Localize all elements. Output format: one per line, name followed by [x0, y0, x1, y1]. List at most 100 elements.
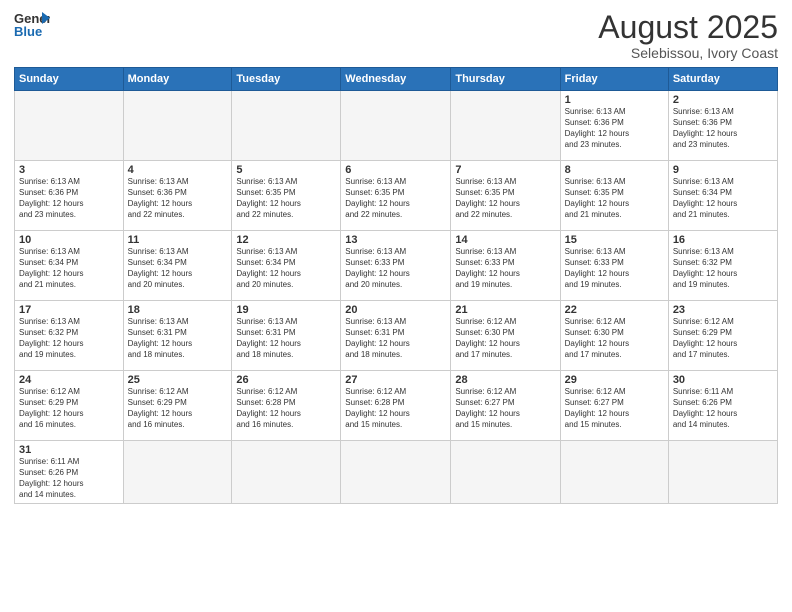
day-number: 30 [673, 374, 773, 386]
day-number: 6 [345, 164, 446, 176]
weekday-header-wednesday: Wednesday [341, 68, 451, 91]
day-info: Sunrise: 6:13 AM Sunset: 6:36 PM Dayligh… [565, 107, 664, 150]
calendar-cell: 21Sunrise: 6:12 AM Sunset: 6:30 PM Dayli… [451, 301, 560, 371]
day-info: Sunrise: 6:13 AM Sunset: 6:31 PM Dayligh… [345, 317, 446, 360]
day-number: 8 [565, 164, 664, 176]
calendar-table: SundayMondayTuesdayWednesdayThursdayFrid… [14, 67, 778, 504]
weekday-header-monday: Monday [123, 68, 232, 91]
day-info: Sunrise: 6:13 AM Sunset: 6:35 PM Dayligh… [345, 177, 446, 220]
calendar-cell [451, 441, 560, 504]
calendar-cell: 10Sunrise: 6:13 AM Sunset: 6:34 PM Dayli… [15, 231, 124, 301]
day-number: 5 [236, 164, 336, 176]
day-number: 14 [455, 234, 555, 246]
weekday-header-friday: Friday [560, 68, 668, 91]
day-number: 2 [673, 94, 773, 106]
calendar-cell [560, 441, 668, 504]
calendar-cell: 27Sunrise: 6:12 AM Sunset: 6:28 PM Dayli… [341, 371, 451, 441]
day-info: Sunrise: 6:12 AM Sunset: 6:28 PM Dayligh… [236, 387, 336, 430]
calendar-cell: 1Sunrise: 6:13 AM Sunset: 6:36 PM Daylig… [560, 91, 668, 161]
calendar-cell: 17Sunrise: 6:13 AM Sunset: 6:32 PM Dayli… [15, 301, 124, 371]
calendar-cell: 31Sunrise: 6:11 AM Sunset: 6:26 PM Dayli… [15, 441, 124, 504]
day-number: 28 [455, 374, 555, 386]
svg-text:Blue: Blue [14, 24, 42, 39]
day-info: Sunrise: 6:12 AM Sunset: 6:27 PM Dayligh… [565, 387, 664, 430]
calendar-cell [341, 91, 451, 161]
calendar-cell [232, 91, 341, 161]
calendar-cell: 23Sunrise: 6:12 AM Sunset: 6:29 PM Dayli… [668, 301, 777, 371]
day-number: 7 [455, 164, 555, 176]
calendar-cell: 22Sunrise: 6:12 AM Sunset: 6:30 PM Dayli… [560, 301, 668, 371]
calendar-cell: 6Sunrise: 6:13 AM Sunset: 6:35 PM Daylig… [341, 161, 451, 231]
calendar-cell: 9Sunrise: 6:13 AM Sunset: 6:34 PM Daylig… [668, 161, 777, 231]
calendar-title: August 2025 [598, 10, 778, 45]
day-number: 27 [345, 374, 446, 386]
calendar-location: Selebissou, Ivory Coast [598, 45, 778, 61]
calendar-cell: 13Sunrise: 6:13 AM Sunset: 6:33 PM Dayli… [341, 231, 451, 301]
calendar-cell: 30Sunrise: 6:11 AM Sunset: 6:26 PM Dayli… [668, 371, 777, 441]
header: General Blue August 2025 Selebissou, Ivo… [14, 10, 778, 61]
day-info: Sunrise: 6:12 AM Sunset: 6:30 PM Dayligh… [565, 317, 664, 360]
day-number: 20 [345, 304, 446, 316]
day-info: Sunrise: 6:13 AM Sunset: 6:36 PM Dayligh… [19, 177, 119, 220]
calendar-cell: 12Sunrise: 6:13 AM Sunset: 6:34 PM Dayli… [232, 231, 341, 301]
day-info: Sunrise: 6:13 AM Sunset: 6:34 PM Dayligh… [673, 177, 773, 220]
day-info: Sunrise: 6:13 AM Sunset: 6:32 PM Dayligh… [19, 317, 119, 360]
day-number: 22 [565, 304, 664, 316]
weekday-header-tuesday: Tuesday [232, 68, 341, 91]
calendar-cell: 15Sunrise: 6:13 AM Sunset: 6:33 PM Dayli… [560, 231, 668, 301]
day-number: 21 [455, 304, 555, 316]
day-info: Sunrise: 6:13 AM Sunset: 6:32 PM Dayligh… [673, 247, 773, 290]
weekday-header-thursday: Thursday [451, 68, 560, 91]
day-info: Sunrise: 6:13 AM Sunset: 6:36 PM Dayligh… [128, 177, 228, 220]
day-number: 4 [128, 164, 228, 176]
calendar-cell: 2Sunrise: 6:13 AM Sunset: 6:36 PM Daylig… [668, 91, 777, 161]
title-block: August 2025 Selebissou, Ivory Coast [598, 10, 778, 61]
calendar-cell: 28Sunrise: 6:12 AM Sunset: 6:27 PM Dayli… [451, 371, 560, 441]
calendar-cell: 8Sunrise: 6:13 AM Sunset: 6:35 PM Daylig… [560, 161, 668, 231]
day-number: 18 [128, 304, 228, 316]
generalblue-logo-icon: General Blue [14, 10, 50, 40]
day-info: Sunrise: 6:12 AM Sunset: 6:28 PM Dayligh… [345, 387, 446, 430]
calendar-cell [341, 441, 451, 504]
day-number: 9 [673, 164, 773, 176]
calendar-cell [15, 91, 124, 161]
calendar-cell: 19Sunrise: 6:13 AM Sunset: 6:31 PM Dayli… [232, 301, 341, 371]
calendar-cell [232, 441, 341, 504]
day-info: Sunrise: 6:13 AM Sunset: 6:33 PM Dayligh… [455, 247, 555, 290]
day-number: 12 [236, 234, 336, 246]
day-info: Sunrise: 6:13 AM Sunset: 6:36 PM Dayligh… [673, 107, 773, 150]
day-info: Sunrise: 6:13 AM Sunset: 6:35 PM Dayligh… [455, 177, 555, 220]
day-info: Sunrise: 6:12 AM Sunset: 6:27 PM Dayligh… [455, 387, 555, 430]
calendar-cell [123, 441, 232, 504]
day-number: 13 [345, 234, 446, 246]
day-number: 25 [128, 374, 228, 386]
day-number: 17 [19, 304, 119, 316]
logo: General Blue [14, 10, 50, 40]
day-info: Sunrise: 6:11 AM Sunset: 6:26 PM Dayligh… [19, 457, 119, 500]
day-info: Sunrise: 6:11 AM Sunset: 6:26 PM Dayligh… [673, 387, 773, 430]
day-number: 19 [236, 304, 336, 316]
calendar-cell: 20Sunrise: 6:13 AM Sunset: 6:31 PM Dayli… [341, 301, 451, 371]
day-number: 15 [565, 234, 664, 246]
calendar-cell: 29Sunrise: 6:12 AM Sunset: 6:27 PM Dayli… [560, 371, 668, 441]
calendar-cell: 4Sunrise: 6:13 AM Sunset: 6:36 PM Daylig… [123, 161, 232, 231]
day-number: 3 [19, 164, 119, 176]
day-info: Sunrise: 6:13 AM Sunset: 6:33 PM Dayligh… [565, 247, 664, 290]
calendar-cell [451, 91, 560, 161]
day-info: Sunrise: 6:12 AM Sunset: 6:30 PM Dayligh… [455, 317, 555, 360]
weekday-header-sunday: Sunday [15, 68, 124, 91]
day-info: Sunrise: 6:12 AM Sunset: 6:29 PM Dayligh… [19, 387, 119, 430]
day-info: Sunrise: 6:12 AM Sunset: 6:29 PM Dayligh… [128, 387, 228, 430]
calendar-cell: 18Sunrise: 6:13 AM Sunset: 6:31 PM Dayli… [123, 301, 232, 371]
day-info: Sunrise: 6:13 AM Sunset: 6:35 PM Dayligh… [236, 177, 336, 220]
day-info: Sunrise: 6:13 AM Sunset: 6:34 PM Dayligh… [19, 247, 119, 290]
day-number: 1 [565, 94, 664, 106]
calendar-cell [123, 91, 232, 161]
day-info: Sunrise: 6:12 AM Sunset: 6:29 PM Dayligh… [673, 317, 773, 360]
calendar-cell: 11Sunrise: 6:13 AM Sunset: 6:34 PM Dayli… [123, 231, 232, 301]
calendar-cell: 16Sunrise: 6:13 AM Sunset: 6:32 PM Dayli… [668, 231, 777, 301]
page: General Blue August 2025 Selebissou, Ivo… [0, 0, 792, 612]
day-number: 31 [19, 444, 119, 456]
day-number: 10 [19, 234, 119, 246]
day-number: 29 [565, 374, 664, 386]
